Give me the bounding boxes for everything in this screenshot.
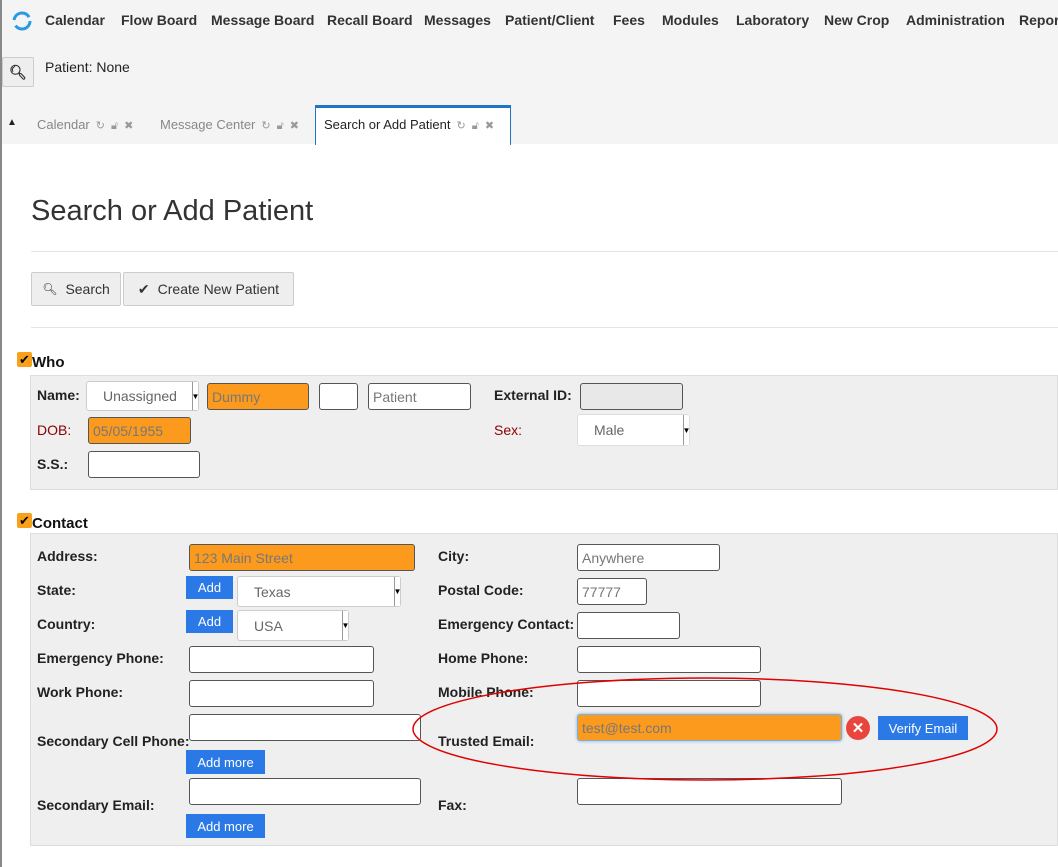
postal-code-input[interactable]: [577, 578, 647, 605]
country-label: Country:: [37, 616, 96, 632]
external-id-label: External ID:: [494, 387, 572, 403]
middle-name-input[interactable]: [319, 383, 358, 410]
name-label: Name:: [37, 387, 80, 403]
contact-section-toggle[interactable]: ✔: [17, 513, 32, 528]
title-select[interactable]: Unassigned ▼: [86, 381, 199, 411]
emergency-phone-input[interactable]: [189, 646, 374, 673]
nav-recall-board[interactable]: Recall Board: [327, 12, 413, 28]
country-select[interactable]: USA ▼: [237, 610, 349, 641]
who-section-toggle[interactable]: ✔: [17, 352, 32, 367]
nav-calendar[interactable]: Calendar: [45, 12, 105, 28]
collapse-caret-icon[interactable]: ▲: [7, 117, 17, 128]
nav-reports[interactable]: Repor: [1019, 12, 1058, 28]
mobile-phone-label: Mobile Phone:: [438, 684, 534, 700]
divider: [31, 251, 1058, 252]
last-name-input[interactable]: [368, 383, 471, 410]
refresh-icon[interactable]: ↻: [261, 120, 270, 132]
nav-messages[interactable]: Messages: [424, 12, 491, 28]
search-icon: 🔍︎: [9, 63, 27, 80]
unlock-icon[interactable]: 🔓︎: [111, 120, 118, 132]
search-button[interactable]: 🔍︎ Search: [31, 272, 121, 306]
fax-input[interactable]: [577, 778, 842, 805]
emergency-contact-label: Emergency Contact:: [438, 616, 575, 632]
work-phone-input[interactable]: [189, 680, 374, 707]
nav-laboratory[interactable]: Laboratory: [736, 12, 809, 28]
mobile-phone-input[interactable]: [577, 680, 761, 707]
clear-email-icon[interactable]: ✕: [846, 716, 870, 740]
tab-search-add-patient[interactable]: Search or Add Patient ↻ 🔓︎ ✖: [324, 117, 494, 133]
chevron-down-icon: ▼: [192, 382, 199, 410]
external-id-input[interactable]: [580, 383, 683, 410]
divider: [31, 327, 1058, 328]
nav-message-board[interactable]: Message Board: [211, 12, 314, 28]
close-icon[interactable]: ✖: [485, 120, 494, 132]
chevron-down-icon: ▼: [683, 415, 690, 445]
home-phone-label: Home Phone:: [438, 650, 529, 666]
ss-label: S.S.:: [37, 456, 69, 472]
secondary-email-label: Secondary Email:: [37, 797, 155, 813]
verify-email-button[interactable]: Verify Email: [878, 716, 968, 740]
postal-code-label: Postal Code:: [438, 582, 524, 598]
trusted-email-input[interactable]: [577, 714, 842, 741]
close-icon[interactable]: ✖: [290, 120, 299, 132]
add-more-email-button[interactable]: Add more: [186, 814, 265, 838]
home-phone-input[interactable]: [577, 646, 761, 673]
refresh-icon[interactable]: ↻: [96, 120, 105, 132]
city-input[interactable]: [577, 544, 720, 571]
dob-input[interactable]: [88, 417, 191, 444]
trusted-email-label: Trusted Email:: [438, 733, 535, 749]
nav-new-crop[interactable]: New Crop: [824, 12, 889, 28]
add-country-button[interactable]: Add: [186, 610, 233, 633]
patient-search-button[interactable]: 🔍︎: [2, 57, 34, 87]
secondary-cell-label: Secondary Cell Phone:: [37, 733, 190, 749]
contact-panel: [30, 533, 1058, 846]
page-title: Search or Add Patient: [31, 195, 314, 227]
search-icon: 🔍︎: [42, 282, 58, 296]
chevron-down-icon: ▼: [342, 611, 349, 640]
first-name-input[interactable]: [207, 383, 309, 410]
frame-border: [0, 144, 2, 867]
nav-administration[interactable]: Administration: [906, 12, 1005, 28]
unlock-icon[interactable]: 🔓︎: [277, 120, 284, 132]
app-logo-icon[interactable]: [11, 10, 33, 32]
unlock-icon[interactable]: 🔓︎: [472, 120, 479, 132]
close-icon[interactable]: ✖: [124, 120, 133, 132]
address-input[interactable]: [189, 544, 415, 571]
sex-label: Sex:: [494, 422, 523, 438]
secondary-email-input[interactable]: [189, 778, 421, 805]
address-label: Address:: [37, 548, 98, 564]
secondary-cell-input[interactable]: [189, 714, 421, 741]
nav-flow-board[interactable]: Flow Board: [121, 12, 197, 28]
sex-select[interactable]: Male ▼: [577, 414, 690, 446]
patient-status: Patient: None: [45, 59, 130, 75]
create-new-patient-button[interactable]: ✔ Create New Patient: [123, 272, 294, 306]
tab-calendar[interactable]: Calendar ↻ 🔓︎ ✖: [37, 117, 133, 133]
ss-input[interactable]: [88, 451, 200, 478]
nav-patient-client[interactable]: Patient/Client: [505, 12, 594, 28]
nav-modules[interactable]: Modules: [662, 12, 719, 28]
chevron-down-icon: ▼: [394, 577, 401, 606]
nav-fees[interactable]: Fees: [613, 12, 645, 28]
state-label: State:: [37, 582, 76, 598]
contact-heading: Contact: [32, 515, 88, 532]
fax-label: Fax:: [438, 797, 467, 813]
add-state-button[interactable]: Add: [186, 576, 233, 599]
state-select[interactable]: Texas ▼: [237, 576, 401, 607]
city-label: City:: [438, 548, 470, 564]
dob-label: DOB:: [37, 422, 72, 438]
tab-message-center[interactable]: Message Center ↻ 🔓︎ ✖: [160, 117, 299, 133]
who-heading: Who: [32, 354, 65, 371]
check-icon: ✔: [137, 280, 150, 297]
refresh-icon[interactable]: ↻: [456, 120, 465, 132]
add-more-cell-button[interactable]: Add more: [186, 750, 265, 774]
emergency-phone-label: Emergency Phone:: [37, 650, 164, 666]
work-phone-label: Work Phone:: [37, 684, 124, 700]
emergency-contact-input[interactable]: [577, 612, 680, 639]
